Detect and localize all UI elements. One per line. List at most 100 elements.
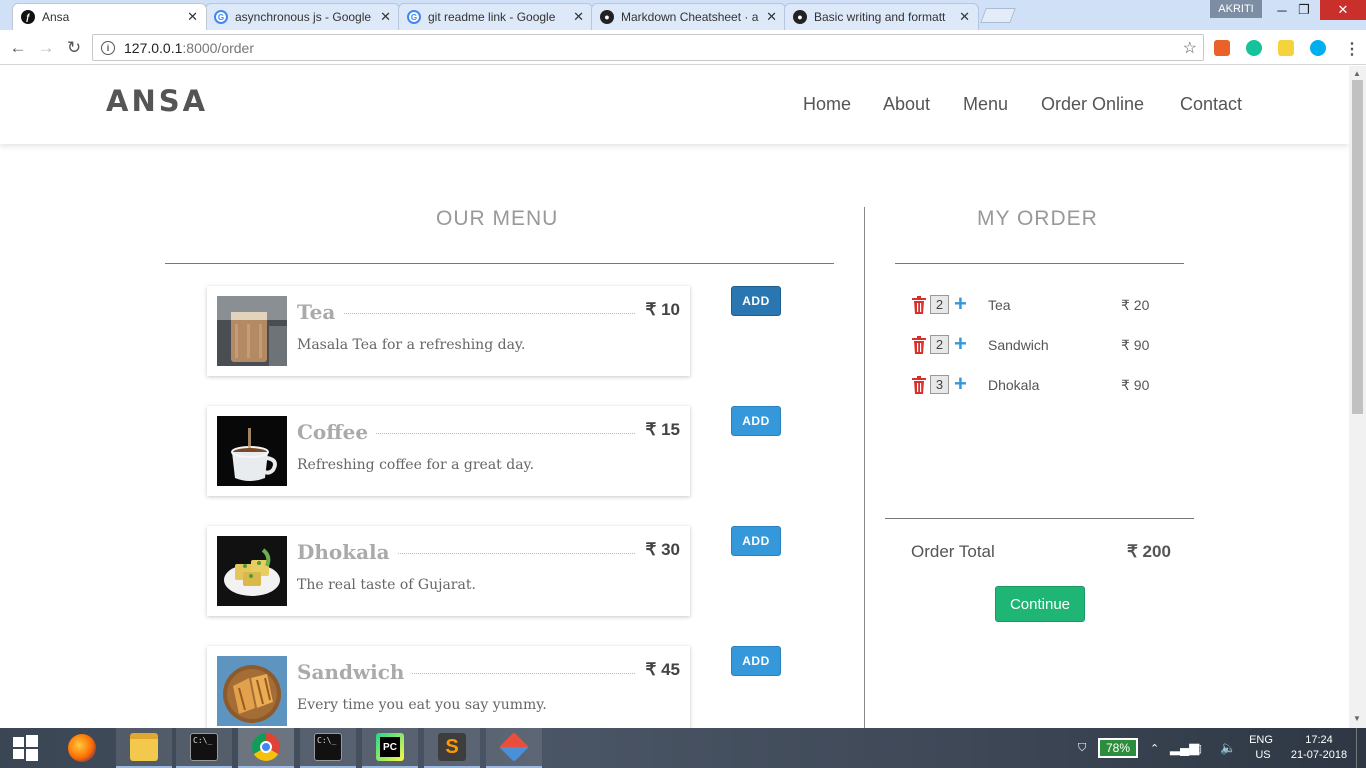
quantity-display: 3 [930,375,949,394]
url-host: 127.0.0.1 [124,39,183,56]
clock-time: 17:24 [1305,734,1333,746]
nav-menu[interactable]: Menu [963,94,1008,115]
back-icon[interactable]: ← [8,38,28,58]
region-label: US [1255,749,1271,761]
browser-tab-ansa[interactable]: ƒ Ansa ✕ [12,3,207,30]
order-row-tea: 2 + Tea ₹ 20 [911,292,1171,316]
trash-icon[interactable] [911,376,927,394]
close-tab-icon[interactable]: ✕ [766,9,777,25]
scrollbar-thumb[interactable] [1352,80,1363,414]
tray-overflow-icon[interactable]: ⌃ [1150,728,1159,768]
browser-tab-git-readme[interactable]: G git readme link - Google ✕ [398,3,593,30]
menu-item-name: Coffee [297,420,377,444]
add-sandwich-button[interactable]: ADD [731,646,781,676]
nav-contact[interactable]: Contact [1180,94,1242,115]
site-logo[interactable]: ANSA [106,84,208,118]
language-label: ENG [1249,734,1273,746]
menu-item-coffee: Coffee ₹ 15 Refreshing coffee for a grea… [207,406,690,496]
bookmark-star-icon[interactable]: ☆ [1183,38,1197,58]
chrome-icon[interactable] [238,728,294,768]
new-tab-button[interactable] [980,8,1016,23]
browser-toolbar: ← → ↻ i 127.0.0.1:8000/order ☆ ⋮ [0,30,1366,65]
site-header: ANSA Home About Menu Order Online Contac… [0,66,1349,144]
menu-item-description: The real taste of Gujarat. [297,577,476,593]
pycharm-icon[interactable]: PC [362,728,418,768]
volume-icon[interactable]: 🔈 [1220,728,1236,768]
browser-tab-strip: ƒ Ansa ✕ G asynchronous js - Google ✕ G … [0,0,1366,30]
url-path: :8000/order [182,39,254,56]
menu-item-description: Refreshing coffee for a great day. [297,457,535,473]
menu-item-price: ₹ 10 [637,300,680,320]
office-extension-icon[interactable] [1214,40,1230,56]
menu-divider [165,263,834,264]
continue-button[interactable]: Continue [995,586,1085,622]
close-tab-icon[interactable]: ✕ [573,9,584,25]
info-icon[interactable]: i [101,40,115,55]
network-icon[interactable]: ▂▄▆ [1170,728,1199,768]
tab-title: Ansa [42,10,70,24]
restore-icon[interactable]: ❐ [1286,0,1322,20]
command-prompt-icon[interactable]: C:\_ [300,728,356,768]
browser-tab-asynchronous-js[interactable]: G asynchronous js - Google ✕ [205,3,400,30]
file-explorer-icon[interactable] [116,728,172,768]
close-tab-icon[interactable]: ✕ [187,9,198,25]
windows-start-icon[interactable] [0,728,50,768]
quantity-display: 2 [930,335,949,354]
plus-icon[interactable]: + [954,332,967,356]
profile-badge[interactable]: AKRITI [1210,0,1262,18]
defender-icon[interactable]: ⛉ [1078,728,1086,768]
menu-item-name: Dhokala [297,540,398,564]
sublime-text-icon[interactable]: S [424,728,480,768]
forward-icon[interactable]: → [36,38,56,58]
column-divider [864,207,865,728]
trash-icon[interactable] [911,296,927,314]
menu-item-tea: Tea ₹ 10 Masala Tea for a refreshing day… [207,286,690,376]
tab-title: git readme link - Google [428,10,556,24]
close-tab-icon[interactable]: ✕ [380,9,391,25]
scroll-down-icon[interactable]: ▼ [1353,714,1361,723]
clock-date: 21-07-2018 [1290,749,1348,761]
plus-icon[interactable]: + [954,372,967,396]
close-tab-icon[interactable]: ✕ [959,9,970,25]
close-window-icon[interactable]: ✕ [1320,0,1366,20]
order-item-name: Sandwich [988,337,1049,353]
nav-order-online[interactable]: Order Online [1041,94,1144,115]
nav-home[interactable]: Home [803,94,851,115]
menu-item-name: Sandwich [297,660,413,684]
firefox-icon[interactable] [54,728,110,768]
browser-tab-markdown-cheatsheet[interactable]: ● Markdown Cheatsheet · a ✕ [591,3,786,30]
sandwich-image [217,656,287,726]
address-bar[interactable]: i 127.0.0.1:8000/order ☆ [92,34,1204,61]
battery-indicator[interactable]: 78% [1098,738,1138,758]
order-divider [895,263,1184,264]
skype-extension-icon[interactable] [1310,40,1326,56]
quantity-display: 2 [930,295,949,314]
coffee-image [217,416,287,486]
order-total-label: Order Total [911,542,995,561]
plus-icon[interactable]: + [954,292,967,316]
git-gui-icon[interactable] [486,728,542,768]
reload-icon[interactable]: ↻ [64,38,84,58]
dhokala-image [217,536,287,606]
order-item-price: ₹ 90 [1121,337,1150,353]
add-coffee-button[interactable]: ADD [731,406,781,436]
order-section-title: MY ORDER [977,207,1098,230]
order-item-price: ₹ 20 [1121,297,1150,313]
add-tea-button[interactable]: ADD [731,286,781,316]
notes-extension-icon[interactable] [1278,40,1294,56]
browser-tab-basic-writing[interactable]: ● Basic writing and formatt ✕ [784,3,979,30]
grammarly-extension-icon[interactable] [1246,40,1262,56]
input-language[interactable]: ENG US [1248,728,1274,768]
scroll-up-icon[interactable]: ▲ [1353,69,1361,78]
page-scrollbar[interactable]: ▲ ▼ [1349,66,1366,728]
add-dhokala-button[interactable]: ADD [731,526,781,556]
trash-icon[interactable] [911,336,927,354]
menu-item-sandwich: Sandwich ₹ 45 Every time you eat you say… [207,646,690,728]
show-desktop-button[interactable] [1356,728,1366,768]
nav-about[interactable]: About [883,94,930,115]
github-icon: ● [793,10,807,24]
device-icon[interactable]: ▯ [1196,728,1202,768]
clock[interactable]: 17:24 21-07-2018 [1288,728,1350,768]
command-prompt-icon[interactable]: C:\_ [176,728,232,768]
browser-menu-icon[interactable]: ⋮ [1344,39,1360,59]
